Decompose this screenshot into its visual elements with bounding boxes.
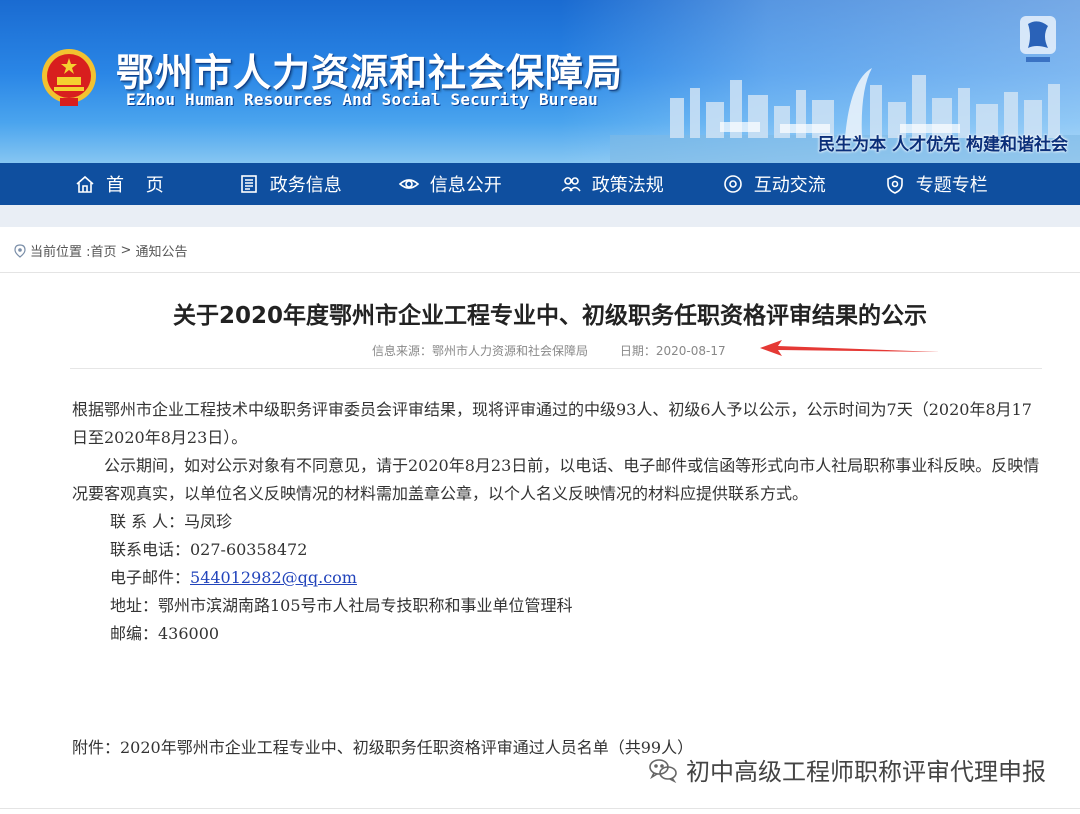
nav-info-disclosure-label: 信息公开 [429,175,502,196]
nav-government-info-label: 政务信息 [269,175,342,196]
nav-special-topics[interactable]: 专题专栏 [884,163,988,205]
nav-policies-label: 政策法规 [591,175,664,196]
shield-icon [886,175,903,194]
site-title: 鄂州市人力资源和社会保障局 [116,51,624,95]
article-body: 根据鄂州市企业工程技术中级职务评审委员会评审结果，现将评审通过的中级93人、初级… [72,396,1044,648]
ezhou-city-logo-icon [1020,16,1056,62]
breadcrumb-current-link[interactable]: 通知公告 [135,241,187,260]
nav-government-info[interactable]: 政务信息 [238,163,342,205]
breadcrumb-divider [0,272,1080,273]
article-source: 信息来源：鄂州市人力资源和社会保障局 [372,344,589,358]
contact-person: 联 系 人：马凤珍 [110,512,233,531]
contact-email-row: 电子邮件：544012982@qq.com [72,564,1044,592]
wechat-watermark: 初中高级工程师职称评审代理申报 [648,752,1046,787]
national-emblem-icon [42,49,96,106]
contact-postcode: 邮编：436000 [110,624,220,643]
site-title-english: EZhou Human Resources And Social Securit… [126,90,598,109]
nav-shadow-band [0,205,1080,227]
breadcrumb-home-link[interactable]: 首页 [91,241,117,260]
annotation-arrow-icon [760,340,940,356]
nav-interaction[interactable]: 互动交流 [722,163,826,205]
document-icon [240,175,257,193]
breadcrumb: 当前位置 : 首页 > 通知公告 [14,241,187,260]
bottom-divider [0,808,1080,809]
meta-divider [70,368,1042,369]
nav-interaction-label: 互动交流 [753,175,826,196]
contact-address: 地址：鄂州市滨湖南路105号市人社局专技职称和事业单位管理科 [110,596,573,615]
article-date: 日期：2020-08-17 [619,344,726,358]
nav-home-label: 首 页 [106,175,172,196]
location-pin-icon [14,243,26,258]
breadcrumb-separator: > [120,243,132,258]
article-meta: 信息来源：鄂州市人力资源和社会保障局 日期：2020-08-17 [372,342,726,359]
breadcrumb-prefix: 当前位置 : [30,245,91,260]
home-icon [76,175,94,193]
nav-home[interactable]: 首 页 [74,163,172,205]
site-slogan: 民生为本 人才优先 构建和谐社会 [818,135,1068,155]
nav-policies[interactable]: 政策法规 [560,163,664,205]
main-nav: 首 页 政务信息 信息公开 政策法规 互动交流 专题专栏 [0,163,1080,205]
article-paragraph: 根据鄂州市企业工程技术中级职务评审委员会评审结果，现将评审通过的中级93人、初级… [72,400,1032,447]
people-icon [561,177,581,192]
nav-special-topics-label: 专题专栏 [915,175,988,196]
contact-email-link[interactable]: 544012982@qq.com [190,568,357,587]
nav-info-disclosure[interactable]: 信息公开 [398,163,502,205]
wechat-icon [649,758,677,783]
watermark-text: 初中高级工程师职称评审代理申报 [686,758,1046,786]
contact-phone: 联系电话：027-60358472 [110,540,308,559]
contact-email-label: 电子邮件： [110,568,191,587]
chat-icon [723,175,742,193]
article-title: 关于2020年度鄂州市企业工程专业中、初级职务任职资格评审结果的公示 [172,303,927,329]
site-header: 鄂州市人力资源和社会保障局 EZhou Human Resources And … [0,0,1080,163]
eye-icon [398,179,419,189]
attachment-link[interactable]: 附件：2020年鄂州市企业工程专业中、初级职务任职资格评审通过人员名单（共99人… [72,734,693,758]
article-paragraph: 公示期间，如对公示对象有不同意见，请于2020年8月23日前，以电话、电子邮件或… [72,456,1040,503]
